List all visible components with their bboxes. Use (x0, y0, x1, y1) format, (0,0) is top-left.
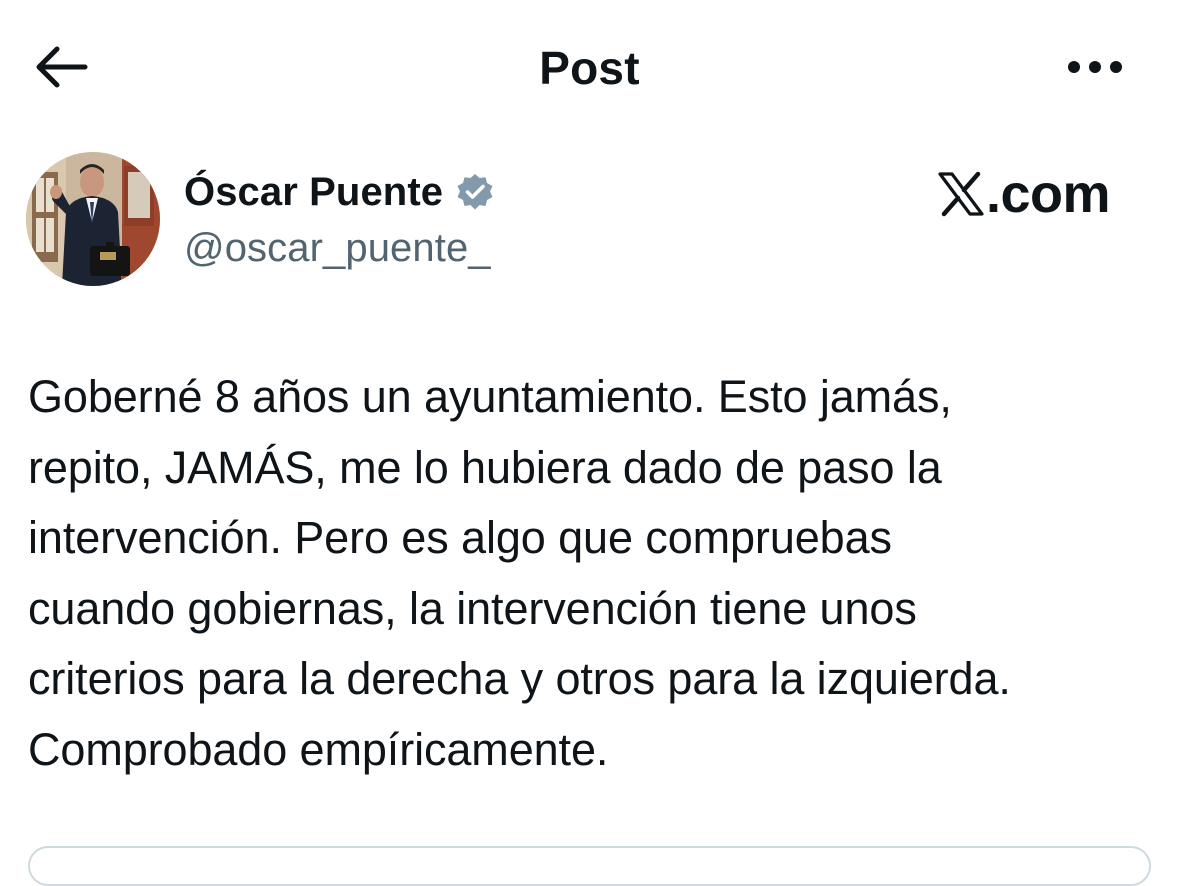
author-handle[interactable]: @oscar_puente_ (184, 222, 491, 274)
avatar[interactable] (26, 152, 160, 286)
post-line: repito, JAMÁS, me lo hubiera dado de pas… (28, 441, 942, 493)
post-line: Comprobado empíricamente. (28, 723, 609, 775)
top-bar: Post (0, 0, 1179, 130)
back-button[interactable] (28, 38, 94, 96)
post-line: Goberné 8 años un ayuntamiento. Esto jam… (28, 371, 952, 422)
more-options-button[interactable] (1060, 42, 1130, 92)
post-line: intervención. Pero es algo que comprueba… (28, 512, 892, 563)
post-body: Goberné 8 años un ayuntamiento. Esto jam… (28, 362, 1158, 785)
more-horizontal-icon (1068, 61, 1122, 73)
verified-badge-icon (457, 174, 493, 210)
author-name[interactable]: Óscar Puente (184, 166, 443, 218)
post-line: cuando gobiernas, la intervención tiene … (28, 582, 917, 634)
embedded-card-edge[interactable] (28, 846, 1151, 886)
author-name-row[interactable]: Óscar Puente (184, 166, 495, 218)
post-line: criterios para la derecha y otros para l… (28, 653, 1011, 704)
page-title: Post (539, 42, 640, 94)
arrow-left-icon (36, 46, 88, 88)
x-com-watermark: .com (936, 164, 1111, 224)
watermark-domain: .com (986, 164, 1111, 224)
x-logo-icon (938, 171, 984, 217)
avatar-image (26, 152, 160, 286)
